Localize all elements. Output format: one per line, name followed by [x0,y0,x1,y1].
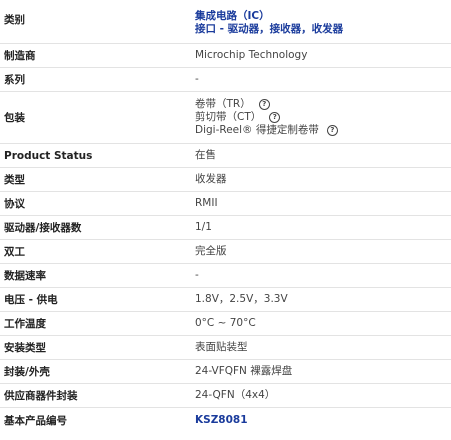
row-value: 在售 [195,149,216,161]
product-attributes-table: 类别 集成电路（IC） 接口 - 驱动器，接收器，收发器 制造商 Microch… [0,0,451,432]
row-label: 类型 [4,174,25,186]
row-supplier-device-package: 供应商器件封装 24-QFN（4x4） [0,384,451,408]
row-value: Microchip Technology [195,49,308,61]
row-operating-temperature: 工作温度 0°C ~ 70°C [0,312,451,336]
row-category: 类别 集成电路（IC） 接口 - 驱动器，接收器，收发器 [0,0,451,44]
row-label: 包装 [4,112,25,124]
row-label: 工作温度 [4,318,46,330]
row-protocol: 协议 RMII [0,192,451,216]
row-value: 24-VFQFN 裸露焊盘 [195,365,293,377]
row-label: 数据速率 [4,270,46,282]
row-label: 系列 [4,74,25,86]
row-value: RMII [195,197,218,209]
row-mounting-type: 安装类型 表面贴装型 [0,336,451,360]
row-label: 双工 [4,246,25,258]
row-value: 24-QFN（4x4） [195,389,276,401]
packaging-option: Digi-Reel® 得捷定制卷带 [195,124,319,136]
row-label: 驱动器/接收器数 [4,222,82,234]
row-value: KSZ8081 [195,414,451,427]
row-driver-receiver-count: 驱动器/接收器数 1/1 [0,216,451,240]
row-base-product-number: 基本产品编号 KSZ8081 [0,408,451,432]
category-link-ic[interactable]: 集成电路（IC） [195,10,270,23]
row-value: 卷带（TR） ? 剪切带（CT） ? Digi-Reel® 得捷定制卷带 ? [195,98,451,137]
row-label: 电压 - 供电 [4,294,58,306]
row-value: 1.8V，2.5V，3.3V [195,293,288,305]
row-label: 封装/外壳 [4,366,50,378]
row-value: 完全版 [195,245,227,257]
row-value: 集成电路（IC） 接口 - 驱动器，接收器，收发器 [195,10,451,36]
row-label: 基本产品编号 [4,414,67,427]
row-manufacturer: 制造商 Microchip Technology [0,44,451,68]
question-circle-icon[interactable]: ? [269,112,281,123]
row-label: 供应商器件封装 [4,390,78,402]
row-value: 0°C ~ 70°C [195,317,256,329]
row-package-case: 封装/外壳 24-VFQFN 裸露焊盘 [0,360,451,384]
row-label: 协议 [4,198,25,210]
packaging-option: 剪切带（CT） [195,111,262,123]
row-data-rate: 数据速率 - [0,264,451,288]
row-voltage-supply: 电压 - 供电 1.8V，2.5V，3.3V [0,288,451,312]
row-value: 表面贴装型 [195,341,248,353]
question-circle-icon[interactable]: ? [258,99,270,110]
row-value: 1/1 [195,221,212,233]
row-value: 收发器 [195,173,227,185]
row-series: 系列 - [0,68,451,92]
row-label: 类别 [4,14,25,26]
base-product-link[interactable]: KSZ8081 [195,414,248,426]
row-type: 类型 收发器 [0,168,451,192]
row-value: - [195,73,199,85]
category-link-interface[interactable]: 接口 - 驱动器，接收器，收发器 [195,23,343,36]
row-label: 安装类型 [4,342,46,354]
row-duplex: 双工 完全版 [0,240,451,264]
question-circle-icon[interactable]: ? [326,125,338,136]
row-label: 制造商 [4,50,36,62]
row-packaging: 包装 卷带（TR） ? 剪切带（CT） ? Digi-Reel® 得捷定制卷带 … [0,92,451,144]
row-value: - [195,269,199,281]
row-label: Product Status [4,149,93,162]
row-product-status: Product Status 在售 [0,144,451,168]
packaging-option: 卷带（TR） [195,98,251,110]
